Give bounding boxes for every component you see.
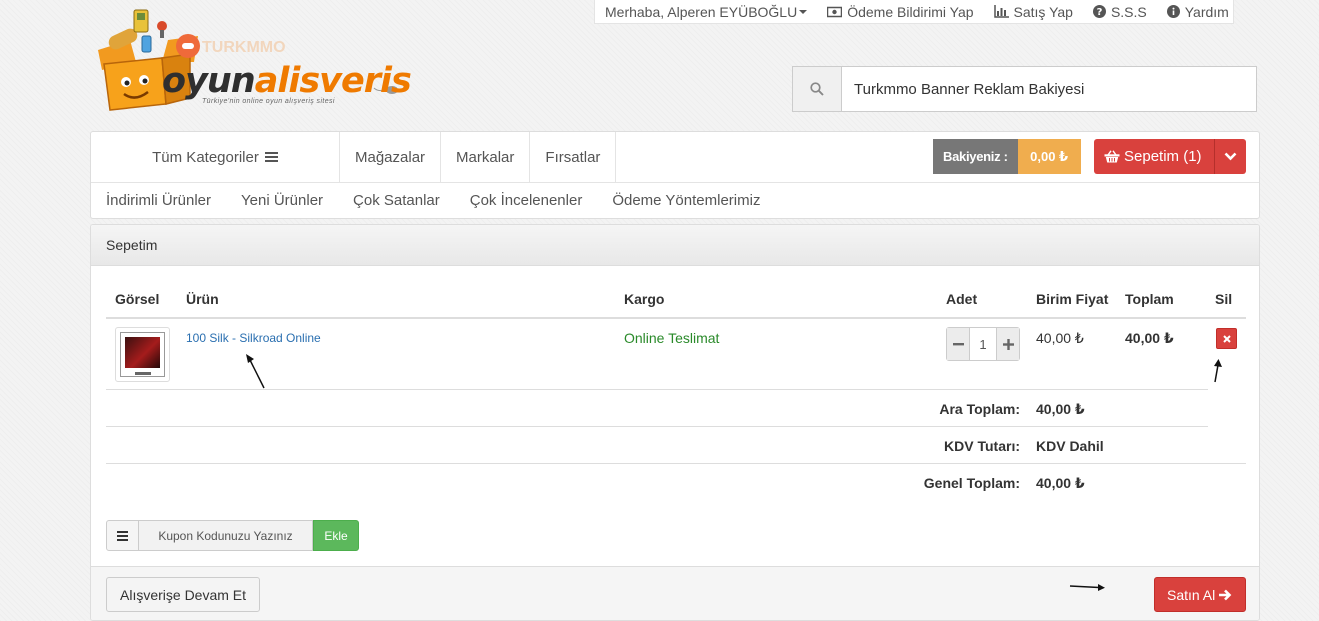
vat-label: KDV Tutarı: <box>944 438 1020 454</box>
col-header-total: Toplam <box>1125 291 1174 307</box>
nav-sub-most-viewed[interactable]: Çok İncelenenler <box>470 192 583 209</box>
faq-link[interactable]: ? S.S.S <box>1083 0 1157 23</box>
cart-panel-footer: Alışverişe Devam Et Satın Al <box>91 566 1259 620</box>
search-button[interactable] <box>793 67 842 111</box>
hamburger-icon <box>264 152 278 162</box>
cart-dropdown-toggle[interactable] <box>1214 139 1246 174</box>
product-image <box>120 332 165 377</box>
arrow-right-icon <box>1219 589 1232 600</box>
help-label: Yardım <box>1184 3 1229 20</box>
svg-text:?: ? <box>1097 7 1103 18</box>
caret-down-icon <box>799 9 808 14</box>
table-header-divider <box>106 317 1246 319</box>
all-categories-label: Tüm Kategoriler <box>152 148 259 166</box>
all-categories-button[interactable]: Tüm Kategoriler <box>91 132 340 182</box>
cart-main-button[interactable]: Sepetim (1) <box>1094 139 1215 174</box>
grand-total-label: Genel Toplam: <box>923 475 1020 491</box>
help-link[interactable]: Yardım <box>1157 0 1239 23</box>
sell-label: Satış Yap <box>1013 3 1073 20</box>
product-total-price: 40,00 ₺ <box>1125 330 1174 346</box>
coupon-input[interactable] <box>139 520 313 551</box>
nav-link-stores[interactable]: Mağazalar <box>340 132 442 182</box>
payment-notice-link[interactable]: Ödeme Bildirimi Yap <box>817 0 983 23</box>
nav-secondary-row: İndirimli Ürünler Yeni Ürünler Çok Satan… <box>91 183 1259 218</box>
summary-divider <box>106 426 1208 427</box>
continue-shopping-button[interactable]: Alışverişe Devam Et <box>106 577 261 612</box>
logo-word-orange: alisveris <box>254 61 412 101</box>
row-divider <box>106 389 1208 390</box>
product-cargo: Online Teslimat <box>624 330 720 346</box>
col-header-cargo: Kargo <box>624 291 665 307</box>
delete-item-button[interactable] <box>1216 328 1237 349</box>
plus-icon <box>1002 338 1014 350</box>
bar-chart-icon <box>993 5 1009 18</box>
col-header-image: Görsel <box>115 291 160 307</box>
col-header-unit-price: Birim Fiyat <box>1036 291 1109 307</box>
nav-primary-row: Tüm Kategoriler Mağazalar Markalar Fırsa… <box>91 132 1259 183</box>
nav-sub-new[interactable]: Yeni Ürünler <box>241 192 323 209</box>
cart-label: Sepetim (1) <box>1124 148 1202 165</box>
cart-panel: Sepetim Görsel Ürün Kargo Adet Birim Fiy… <box>90 224 1260 621</box>
product-name-link[interactable]: 100 Silk - Silkroad Online <box>186 331 321 345</box>
buy-button[interactable]: Satın Al <box>1154 577 1247 612</box>
qty-decrease-button[interactable] <box>947 328 970 360</box>
balance-widget[interactable]: Bakiyeniz : 0,00 ₺ <box>933 139 1081 174</box>
cart-panel-title: Sepetim <box>91 225 1259 266</box>
balance-value: 0,00 ₺ <box>1017 139 1081 174</box>
col-header-product: Ürün <box>186 291 219 307</box>
qty-value[interactable]: 1 <box>970 328 996 360</box>
money-icon <box>827 6 843 17</box>
faq-label: S.S.S <box>1110 3 1147 20</box>
quantity-stepper: 1 <box>946 327 1020 361</box>
subtotal-value: 40,00 ₺ <box>1036 401 1085 417</box>
search-icon <box>810 82 824 96</box>
nav-link-brands[interactable]: Markalar <box>441 132 531 182</box>
info-circle-icon <box>1166 5 1180 18</box>
buy-button-label: Satın Al <box>1167 586 1216 603</box>
search-bar <box>792 66 1257 112</box>
grand-total-value: 40,00 ₺ <box>1036 475 1085 491</box>
subtotal-label: Ara Toplam: <box>939 401 1020 417</box>
summary-divider <box>106 463 1246 464</box>
top-bar: Merhaba, Alperen EYÜBOĞLU Ödeme Bildirim… <box>594 0 1234 24</box>
main-nav: Tüm Kategoriler Mağazalar Markalar Fırsa… <box>90 131 1260 219</box>
minus-icon <box>952 342 964 345</box>
col-header-qty: Adet <box>946 291 978 307</box>
search-input[interactable] <box>842 67 1256 111</box>
site-logo[interactable]: TURKMMO oyunalisveris Türkiye'nin online… <box>90 6 412 118</box>
col-header-delete: Sil <box>1215 291 1233 307</box>
product-unit-price: 40,00 ₺ <box>1036 330 1084 346</box>
chevron-down-icon <box>1224 152 1236 161</box>
sell-link[interactable]: Satış Yap <box>984 0 1083 23</box>
payment-notice-label: Ödeme Bildirimi Yap <box>847 3 974 20</box>
cart-button[interactable]: Sepetim (1) <box>1094 139 1246 174</box>
vat-value: KDV Dahil <box>1036 438 1104 454</box>
balance-label: Bakiyeniz : <box>933 139 1018 174</box>
hamburger-icon <box>117 530 128 541</box>
logo-word-dark: oyun <box>162 61 256 101</box>
coupon-add-button[interactable]: Ekle <box>313 520 359 551</box>
greeting-text: Merhaba, Alperen EYÜBOĞLU <box>605 3 798 20</box>
product-thumbnail[interactable] <box>115 327 170 382</box>
basket-icon <box>1104 150 1120 163</box>
nav-link-deals[interactable]: Fırsatlar <box>530 132 617 182</box>
question-circle-icon: ? <box>1092 5 1106 18</box>
nav-sub-discounted[interactable]: İndirimli Ürünler <box>106 192 211 209</box>
svg-text:TURKMMO: TURKMMO <box>202 39 286 56</box>
logo-wordmark: oyunalisveris <box>162 61 412 101</box>
qty-increase-button[interactable] <box>996 328 1019 360</box>
user-menu[interactable]: Merhaba, Alperen EYÜBOĞLU <box>595 0 817 23</box>
coupon-menu-button[interactable] <box>106 520 139 551</box>
logo-slogan: Türkiye'nin online oyun alışveriş sitesi <box>202 98 335 105</box>
nav-sub-bestsellers[interactable]: Çok Satanlar <box>353 192 440 209</box>
nav-sub-payment-methods[interactable]: Ödeme Yöntemlerimiz <box>612 192 760 209</box>
coupon-form: Ekle <box>106 520 359 551</box>
close-icon <box>1222 334 1231 343</box>
